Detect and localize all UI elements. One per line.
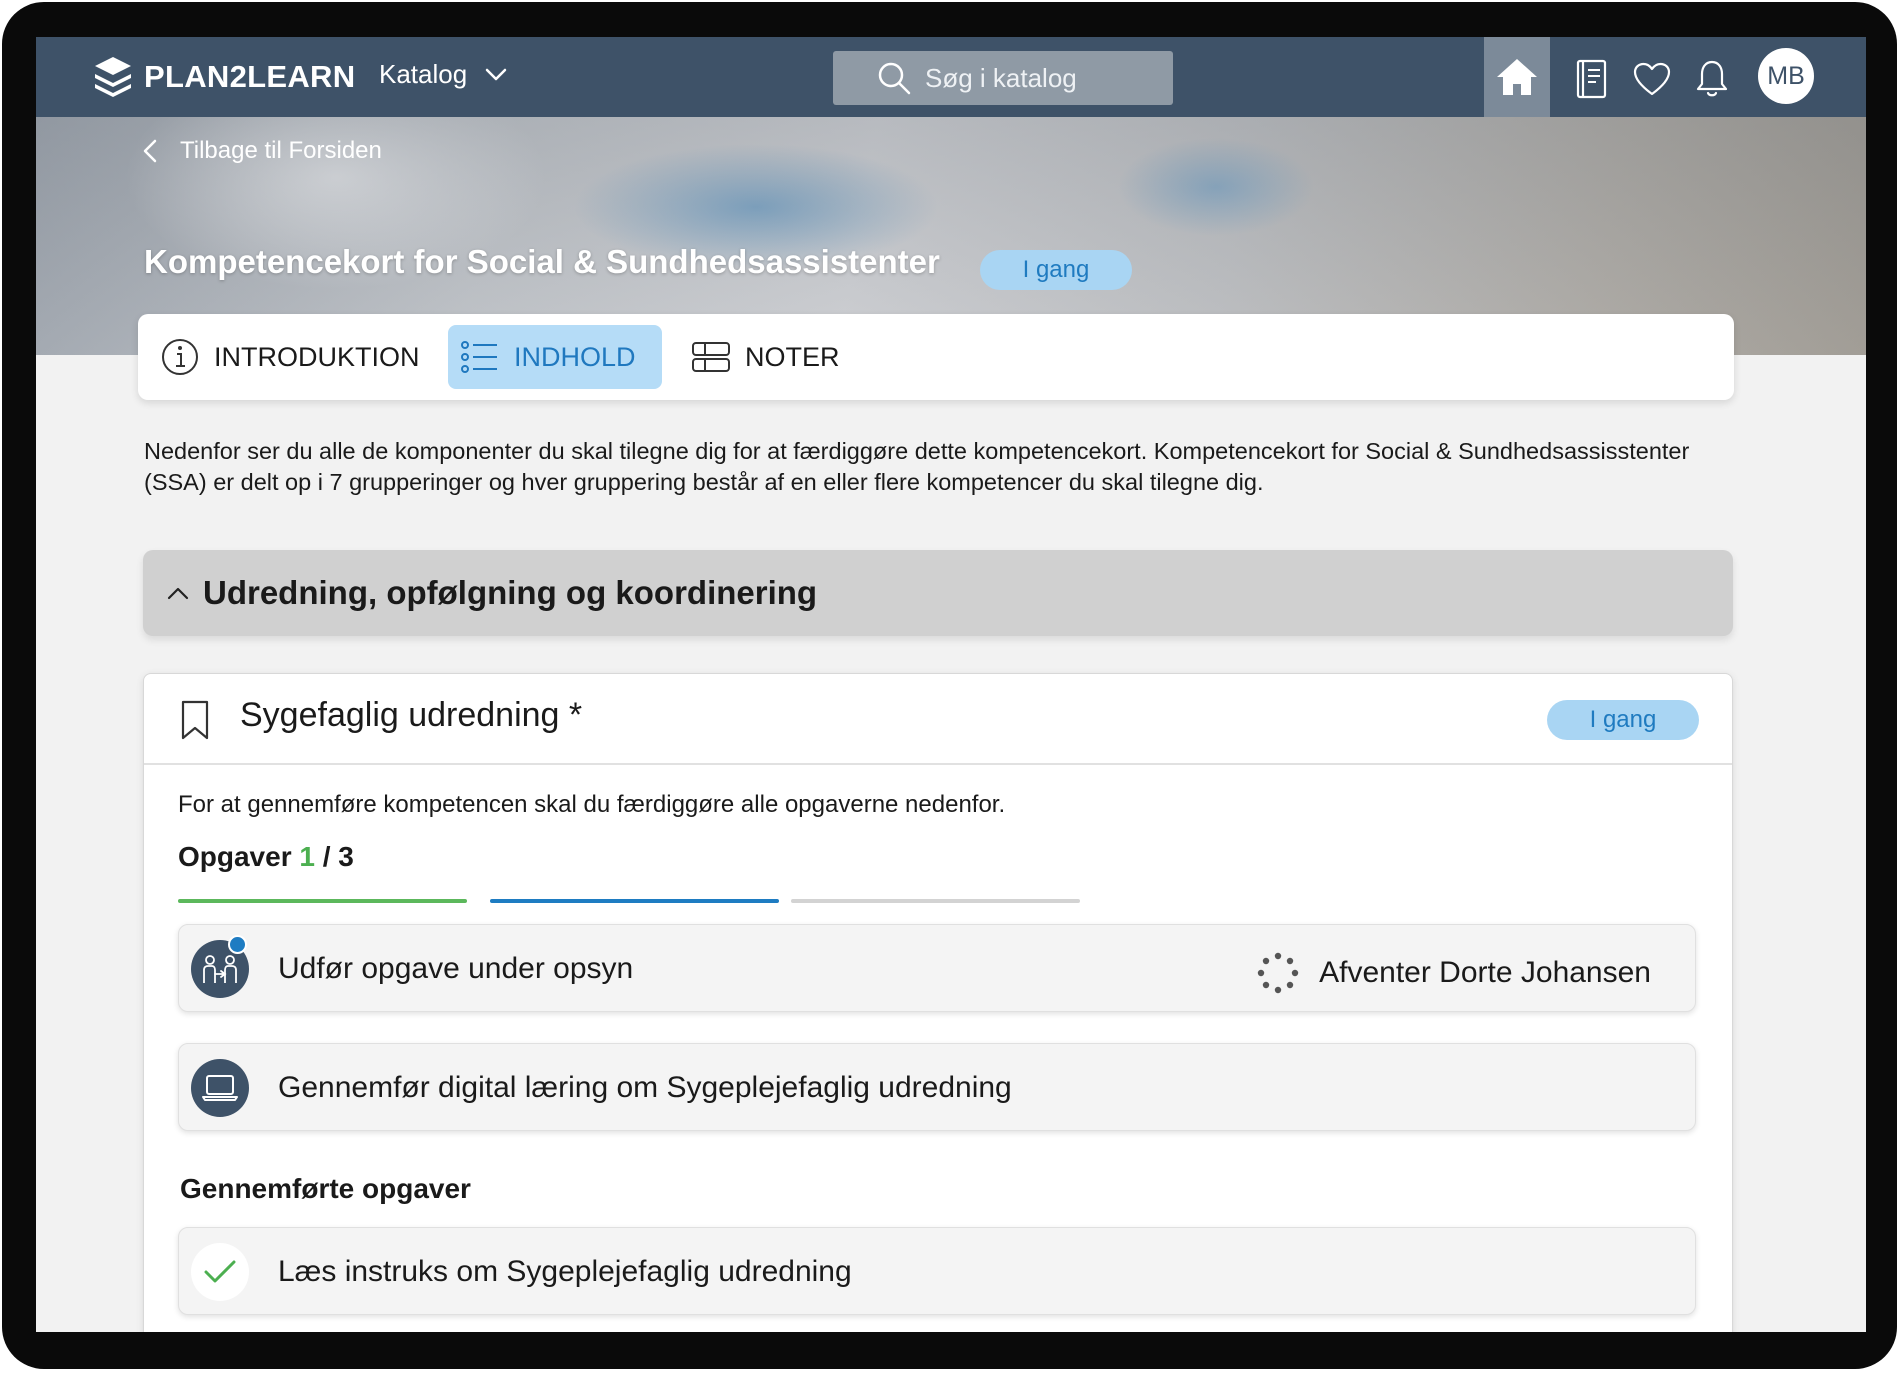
tab-label: NOTER <box>745 341 840 372</box>
laptop-icon <box>202 1075 238 1101</box>
bell-icon <box>1696 60 1728 97</box>
task-status-label: Afventer Dorte Johansen <box>1319 956 1651 989</box>
home-icon <box>1497 59 1537 95</box>
back-link-label: Tilbage til Forsiden <box>180 137 382 164</box>
task-label: Udfør opgave under opsyn <box>278 952 634 985</box>
tab-indhold[interactable]: INDHOLD <box>448 325 662 389</box>
search-icon <box>878 62 911 95</box>
search-input[interactable]: Søg i katalog <box>833 51 1173 105</box>
back-to-home-link[interactable]: Tilbage til Forsiden <box>142 137 382 165</box>
user-avatar[interactable]: MB <box>1758 48 1814 104</box>
layers-logo-icon <box>95 57 131 97</box>
content-tabs: INTRODUKTION INDHOLD NOTER <box>138 314 1734 400</box>
favorites-button[interactable] <box>1632 59 1672 99</box>
loading-spinner-icon <box>1257 952 1299 994</box>
list-icon <box>461 341 497 373</box>
brand-logo[interactable]: PLAN2LEARN <box>92 55 355 99</box>
notes-icon <box>692 342 730 372</box>
task-icon-wrapper <box>191 1059 249 1117</box>
task-icon-wrapper <box>191 1243 249 1301</box>
chevron-left-icon <box>143 139 157 163</box>
notifications-button[interactable] <box>1692 59 1732 99</box>
book-button[interactable] <box>1571 59 1611 99</box>
tab-label: INDHOLD <box>514 341 636 372</box>
section-accordion-header[interactable]: Udredning, opfølgning og koordinering <box>143 550 1733 636</box>
task-item[interactable]: Gennemfør digital læring om Sygeplejefag… <box>178 1043 1696 1131</box>
competence-title: Sygefaglig udredning * <box>240 696 583 734</box>
supervision-icon <box>203 955 237 983</box>
notification-dot <box>228 935 247 954</box>
tasks-done-count: 1 <box>299 841 315 872</box>
brand-name: PLAN2LEARN <box>144 59 356 94</box>
top-navigation-bar: PLAN2LEARN Katalog Søg i katalog MB <box>36 37 1866 117</box>
task-label: Læs instruks om Sygeplejefaglig udrednin… <box>278 1255 852 1288</box>
completed-task-item[interactable]: Læs instruks om Sygeplejefaglig udrednin… <box>178 1227 1696 1315</box>
search-placeholder: Søg i katalog <box>925 62 1077 93</box>
tasks-total: / 3 <box>322 841 354 872</box>
chevron-up-icon <box>167 587 189 600</box>
info-icon <box>162 339 198 375</box>
catalog-dropdown[interactable]: Katalog <box>379 59 507 90</box>
catalog-label: Katalog <box>379 59 468 89</box>
progress-segment-todo <box>791 899 1080 903</box>
task-item[interactable]: Udfør opgave under opsyn Afventer Dorte … <box>178 924 1696 1012</box>
page-title: Kompetencekort for Social & Sundhedsassi… <box>144 243 940 280</box>
completed-tasks-heading: Gennemførte opgaver <box>180 1173 471 1204</box>
tab-label: INTRODUKTION <box>214 341 420 372</box>
bookmark-icon[interactable] <box>180 700 210 740</box>
intro-paragraph: Nedenfor ser du alle de komponenter du s… <box>144 438 1690 495</box>
tab-noter[interactable]: NOTER <box>691 325 840 389</box>
status-badge: I gang <box>980 250 1132 290</box>
book-icon <box>1576 59 1607 99</box>
app-screen: PLAN2LEARN Katalog Søg i katalog MB Tilb… <box>36 37 1866 1332</box>
competence-card: Sygefaglig udredning * I gang For at gen… <box>143 673 1733 1332</box>
tasks-counter: Opgaver 1 / 3 <box>178 841 354 873</box>
competence-card-header: Sygefaglig udredning * I gang <box>144 674 1732 765</box>
heart-icon <box>1633 62 1671 96</box>
chevron-down-icon <box>485 68 507 80</box>
tasks-label: Opgaver <box>178 841 292 872</box>
task-label: Gennemfør digital læring om Sygeplejefag… <box>278 1071 1012 1104</box>
status-badge: I gang <box>1547 700 1699 740</box>
competence-description: For at gennemføre kompetencen skal du fæ… <box>178 791 1006 818</box>
home-button[interactable] <box>1484 37 1550 117</box>
progress-segment-in-progress <box>490 899 779 903</box>
section-title: Udredning, opfølgning og koordinering <box>203 574 818 611</box>
checkmark-icon <box>204 1260 236 1283</box>
tab-introduktion[interactable]: INTRODUKTION <box>158 325 422 389</box>
task-status: Afventer Dorte Johansen <box>1257 952 1651 994</box>
tablet-frame: PLAN2LEARN Katalog Søg i katalog MB Tilb… <box>2 2 1897 1369</box>
progress-segment-done <box>178 899 467 903</box>
